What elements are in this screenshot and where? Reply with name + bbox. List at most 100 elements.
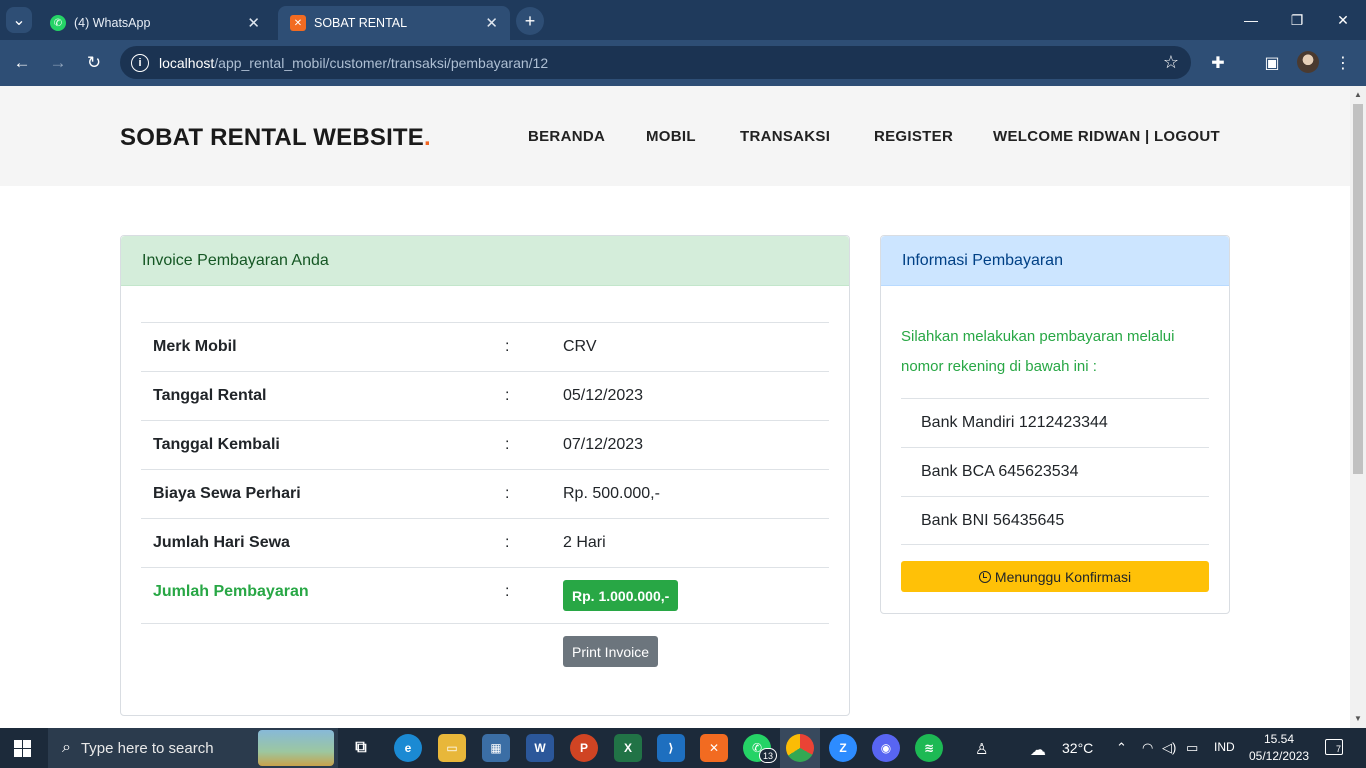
nav-register[interactable]: REGISTER [874,128,953,145]
minimize-button[interactable]: — [1228,0,1274,40]
new-tab-button[interactable]: + [516,7,544,35]
taskbar-search[interactable]: ⌕ Type here to search [48,728,338,768]
print-row: Print Invoice [141,623,829,683]
table-row: Tanggal Kembali : 07/12/2023 [141,420,829,469]
side-panel-icon[interactable]: ▣ [1260,51,1284,75]
row-value: 05/12/2023 [563,387,644,404]
list-item: Bank Mandiri 1212423344 [901,398,1209,447]
close-icon[interactable]: ✕ [247,14,260,32]
row-label: Tanggal Kembali [153,436,280,453]
zoom-icon[interactable]: Z [829,734,857,762]
language-indicator[interactable]: IND [1214,740,1235,754]
row-label: Biaya Sewa Perhari [153,485,301,502]
chevron-up-icon[interactable]: ⌃ [1116,740,1127,756]
row-separator: : [505,436,510,453]
notification-count: 7 [1335,744,1341,754]
invoice-card-title: Invoice Pembayaran Anda [121,236,849,286]
chevron-down-icon: ⌄ [12,12,26,29]
search-highlight-image [258,730,334,766]
list-item: Bank BCA 645623534 [901,447,1209,496]
row-separator: : [505,485,510,502]
forward-arrow-icon[interactable]: → [46,51,70,75]
row-value: CRV [563,338,597,355]
row-value: 2 Hari [563,534,606,551]
table-row: Merk Mobil : CRV [141,322,829,371]
tab-search-button[interactable]: ⌄ [6,7,32,33]
payment-info-title: Informasi Pembayaran [881,236,1229,286]
clock-date: 05/12/2023 [1249,749,1310,763]
task-view-icon[interactable]: ⧉ [347,734,375,762]
restore-button[interactable]: ❐ [1274,0,1320,40]
vscode-icon[interactable]: ⟩ [657,734,685,762]
bookmark-star-icon[interactable]: ☆ [1163,52,1179,73]
taskbar-clock[interactable]: 15.54 05/12/2023 [1249,731,1309,765]
store-icon[interactable]: ▦ [482,734,510,762]
volume-icon[interactable]: ◁) [1162,740,1176,756]
spotify-icon[interactable]: ≋ [915,734,943,762]
powerpoint-icon[interactable]: P [570,734,598,762]
nav-beranda[interactable]: BERANDA [528,128,605,145]
back-arrow-icon[interactable]: ← [10,51,34,75]
chrome-icon[interactable] [786,734,814,762]
close-window-button[interactable]: ✕ [1320,0,1366,40]
edge-icon[interactable]: e [394,734,422,762]
browser-toolbar: ← → ↻ i localhost/app_rental_mobil/custo… [0,40,1366,86]
site-brand[interactable]: SOBAT RENTAL WEBSITE. [120,124,431,152]
wifi-icon[interactable]: ◠ [1142,740,1153,756]
row-separator: : [505,387,510,404]
tab-title: (4) WhatsApp [74,16,151,30]
row-label: Merk Mobil [153,338,237,355]
xampp-icon[interactable]: ✕ [700,734,728,762]
tab-whatsapp[interactable]: ✆ (4) WhatsApp ✕ [38,6,272,40]
more-menu-icon[interactable]: ⋮ [1331,51,1355,75]
whatsapp-icon: ✆ [50,15,66,31]
awaiting-confirmation-button[interactable]: Menunggu Konfirmasi [901,561,1209,592]
tab-sobat-rental[interactable]: ✕ SOBAT RENTAL ✕ [278,6,510,40]
whatsapp-badge: 13 [759,748,777,763]
nav-transaksi[interactable]: TRANSAKSI [740,128,830,145]
discord-icon[interactable]: ◉ [872,734,900,762]
scroll-up-arrow-icon[interactable]: ▲ [1354,90,1362,99]
payment-info-card: Informasi Pembayaran Silahkan melakukan … [880,235,1230,614]
url-text[interactable]: localhost/app_rental_mobil/customer/tran… [159,55,548,71]
notification-center-icon[interactable]: 7 [1325,739,1343,755]
weather-temp[interactable]: 32°C [1062,740,1093,756]
total-label: Jumlah Pembayaran [153,583,309,600]
excel-icon[interactable]: X [614,734,642,762]
battery-icon[interactable]: ▭ [1186,740,1198,756]
table-row: Tanggal Rental : 05/12/2023 [141,371,829,420]
search-icon: ⌕ [62,739,71,756]
status-label: Menunggu Konfirmasi [994,568,1132,585]
row-value: Rp. 500.000,- [563,485,660,502]
print-invoice-button[interactable]: Print Invoice [563,636,659,667]
windows-taskbar: ⌕ Type here to search ⧉ e ▭ ▦ W P X ⟩ ✕ … [0,728,1366,768]
row-value: 07/12/2023 [563,436,644,453]
reload-icon[interactable]: ↻ [82,51,106,75]
total-amount-badge: Rp. 1.000.000,- [563,580,679,611]
page-scrollbar[interactable]: ▲ ▼ [1350,86,1366,728]
file-explorer-icon[interactable]: ▭ [438,734,466,762]
clock-time: 15.54 [1263,732,1295,746]
table-row: Jumlah Hari Sewa : 2 Hari [141,518,829,567]
close-icon[interactable]: ✕ [485,14,498,32]
page-viewport: SOBAT RENTAL WEBSITE. BERANDA MOBIL TRAN… [0,86,1350,728]
nav-mobil[interactable]: MOBIL [646,128,696,145]
payment-instruction: Silahkan melakukan pembayaran melalui no… [901,328,1175,375]
xampp-icon: ✕ [290,15,306,31]
extensions-icon[interactable]: ✚ [1206,51,1230,75]
search-placeholder: Type here to search [80,739,214,757]
windows-start-icon[interactable] [14,740,31,757]
invoice-card: Invoice Pembayaran Anda Merk Mobil : CRV… [120,235,850,716]
people-icon[interactable]: ♙ [975,740,988,758]
scroll-down-arrow-icon[interactable]: ▼ [1354,714,1362,723]
weather-icon[interactable]: ☁ [1030,740,1046,760]
site-info-icon[interactable]: i [131,53,149,72]
nav-welcome-logout[interactable]: WELCOME RIDWAN | LOGOUT [993,128,1220,145]
row-label: Tanggal Rental [153,387,267,404]
scrollbar-thumb[interactable] [1353,104,1363,474]
profile-avatar[interactable] [1297,51,1319,73]
word-icon[interactable]: W [526,734,554,762]
site-header: SOBAT RENTAL WEBSITE. BERANDA MOBIL TRAN… [0,86,1350,186]
row-label: Jumlah Hari Sewa [153,534,290,551]
address-bar[interactable]: i localhost/app_rental_mobil/customer/tr… [120,46,1191,79]
